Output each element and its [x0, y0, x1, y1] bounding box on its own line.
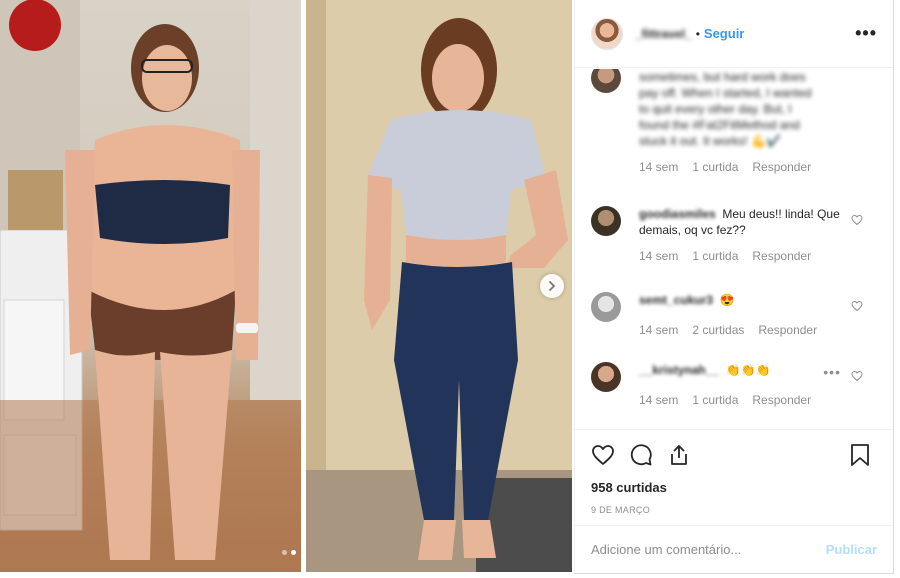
comment-likes[interactable]: 1 curtida: [692, 159, 738, 175]
heart-icon: [592, 445, 614, 465]
more-options-button[interactable]: •••: [855, 23, 877, 44]
commenter-avatar[interactable]: [591, 292, 621, 322]
commenter-avatar[interactable]: [591, 206, 621, 236]
comment-text: 👏👏👏: [725, 363, 771, 377]
like-button[interactable]: [591, 443, 615, 467]
comment-body: semt_cukur3 😍 14 sem 2 curtidas Responde…: [639, 292, 861, 338]
carousel-next-button[interactable]: [540, 274, 564, 298]
comment-meta: 14 sem 1 curtida Responder: [639, 159, 861, 175]
like-comment-heart-icon[interactable]: [851, 370, 863, 382]
comment-text-line: found the #Fat2FitMethod and: [639, 118, 800, 132]
share-button[interactable]: [667, 443, 691, 467]
reply-button[interactable]: Responder: [758, 322, 817, 338]
comment-likes[interactable]: 1 curtida: [692, 392, 738, 408]
comment-options-button[interactable]: •••: [823, 364, 841, 380]
author-avatar[interactable]: [591, 17, 623, 50]
post-media: [0, 0, 574, 578]
comment-likes[interactable]: 1 curtida: [692, 248, 738, 264]
bookmark-icon: [851, 444, 869, 466]
comment-time[interactable]: 14 sem: [639, 248, 678, 264]
comment-meta: 14 sem 1 curtida Responder: [639, 248, 861, 264]
comment-button[interactable]: [629, 443, 653, 467]
comment-composer: Publicar: [575, 525, 893, 573]
share-icon: [671, 445, 687, 465]
reply-button[interactable]: Responder: [752, 248, 811, 264]
author-username[interactable]: _fittravel_: [635, 27, 692, 41]
post-header: _fittravel_ • Seguir •••: [575, 0, 893, 68]
publish-button[interactable]: Publicar: [826, 542, 877, 557]
before-photo: [0, 0, 301, 572]
like-comment-heart-icon[interactable]: [851, 214, 863, 226]
after-photo-illustration: [306, 0, 572, 572]
likes-count[interactable]: 958 curtidas: [591, 480, 877, 495]
comment-text-line: pay off. When I started, I wanted: [639, 86, 812, 100]
commenter-username[interactable]: goodiasmiles: [639, 207, 716, 221]
carousel-dot-active: [291, 550, 296, 555]
comment-likes[interactable]: 2 curtidas: [692, 322, 744, 338]
carousel-dot: [282, 550, 287, 555]
comment-text: 😍: [719, 293, 735, 307]
commenter-avatar[interactable]: [591, 362, 621, 392]
comment-time[interactable]: 14 sem: [639, 392, 678, 408]
save-button[interactable]: [849, 443, 871, 467]
chevron-right-icon: [549, 281, 556, 291]
comment-body: sometimes, but hard work does pay off. W…: [639, 69, 861, 175]
post-actions: 958 curtidas 9 DE MARÇO: [575, 429, 893, 515]
comment-time[interactable]: 14 sem: [639, 159, 678, 175]
reply-button[interactable]: Responder: [752, 159, 811, 175]
carousel-indicators: [282, 550, 296, 555]
comment-text-line: stuck it out. It works! 💪✔️: [639, 134, 781, 148]
follow-button[interactable]: Seguir: [704, 26, 744, 41]
comment-bubble-icon: [630, 444, 652, 466]
before-photo-illustration: [0, 0, 301, 572]
separator-dot: •: [695, 26, 700, 41]
comment-meta: 14 sem 1 curtida Responder: [639, 392, 861, 408]
reply-button[interactable]: Responder: [752, 392, 811, 408]
post-side-panel: _fittravel_ • Seguir ••• sometimes, but …: [574, 0, 894, 574]
comment-meta: 14 sem 2 curtidas Responder: [639, 322, 861, 338]
comment-time[interactable]: 14 sem: [639, 322, 678, 338]
comment-body: goodiasmiles Meu deus!! linda! Que demai…: [639, 206, 861, 264]
post-date[interactable]: 9 DE MARÇO: [591, 505, 877, 515]
like-comment-heart-icon[interactable]: [851, 300, 863, 312]
comment-text-line: sometimes, but hard work does: [639, 70, 806, 84]
comments-list[interactable]: sometimes, but hard work does pay off. W…: [575, 69, 893, 429]
commenter-avatar[interactable]: [591, 69, 621, 93]
action-icons: [591, 440, 877, 470]
comment-text-line: to quit every other day. But, I: [639, 102, 792, 116]
after-photo: [306, 0, 572, 572]
commenter-username[interactable]: semt_cukur3: [639, 293, 713, 307]
comment-input[interactable]: [591, 542, 826, 557]
commenter-username[interactable]: __kristynah__: [639, 363, 719, 377]
